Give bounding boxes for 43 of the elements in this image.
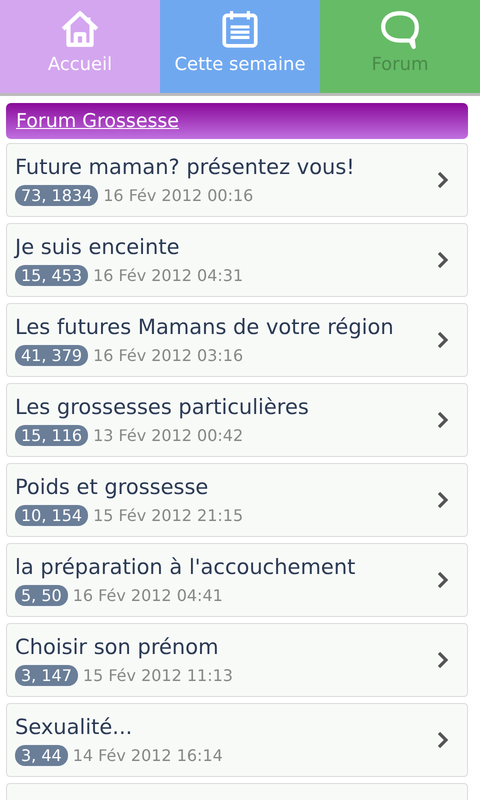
topic-title: Choisir son prénom <box>15 634 220 658</box>
topic-title: Sexualité... <box>15 714 134 738</box>
chat-bubble-icon <box>379 8 421 50</box>
topic-date: 15 Fév 2012 11:13 <box>82 666 233 684</box>
chevron-right-icon <box>437 251 449 269</box>
chevron-right-icon <box>437 491 449 509</box>
count-badge: 41, 379 <box>15 344 88 366</box>
topic-title: la préparation à l'accouchement <box>15 554 356 578</box>
section-title[interactable]: Forum Grossesse <box>16 110 179 132</box>
chevron-right-icon <box>437 731 449 749</box>
topic-date: 15 Fév 2012 21:15 <box>93 506 244 524</box>
topic-item[interactable]: Future maman? présentez vous! 73, 1834 16 Fév 2012 00:16 <box>6 143 468 217</box>
topic-title: Les futures Mamans de votre région <box>15 314 395 338</box>
topic-item[interactable]: Je suis enceinte 15, 453 16 Fév 2012 04:31 <box>6 223 468 297</box>
topic-item[interactable]: Sexualité... 3, 44 14 Fév 2012 16:14 <box>6 703 468 777</box>
topic-date: 16 Fév 2012 00:16 <box>103 186 254 204</box>
count-badge: 73, 1834 <box>15 184 98 206</box>
topic-date: 14 Fév 2012 16:14 <box>72 746 223 764</box>
topic-item[interactable]: Les futures Mamans de votre région 41, 379 16 Fév 2012 03:16 <box>6 303 468 377</box>
count-badge: 3, 44 <box>15 744 68 766</box>
count-badge: 10, 154 <box>15 504 88 526</box>
topic-date: 16 Fév 2012 03:16 <box>93 346 244 364</box>
topic-date: 16 Fév 2012 04:41 <box>72 586 223 604</box>
chevron-right-icon <box>437 411 449 429</box>
chevron-right-icon <box>437 171 449 189</box>
count-badge: 3, 147 <box>15 664 78 686</box>
topic-date: 16 Fév 2012 04:31 <box>93 266 244 284</box>
topic-title: Les grossesses particulières <box>15 394 310 418</box>
count-badge: 15, 116 <box>15 424 88 446</box>
count-badge: 5, 50 <box>15 584 68 606</box>
chevron-right-icon <box>437 651 449 669</box>
home-icon <box>59 8 101 50</box>
topic-title: Future maman? présentez vous! <box>15 154 356 178</box>
chevron-right-icon <box>437 331 449 349</box>
topic-item[interactable]: Poids et grossesse 10, 154 15 Fév 2012 21:15 <box>6 463 468 537</box>
count-badge: 15, 453 <box>15 264 88 286</box>
topic-date: 13 Fév 2012 00:42 <box>93 426 244 444</box>
chevron-right-icon <box>437 571 449 589</box>
topic-item[interactable]: Choisir son prénom 3, 147 15 Fév 2012 11:13 <box>6 623 468 697</box>
topic-title: Je suis enceinte <box>15 234 180 258</box>
topic-item[interactable]: la préparation à l'accouchement 5, 50 16 Fév 2012 04:41 <box>6 543 468 617</box>
topic-title: Poids et grossesse <box>15 474 210 498</box>
topic-item[interactable]: Les grossesses particulières 15, 116 13 Fév 2012 00:42 <box>6 383 468 457</box>
